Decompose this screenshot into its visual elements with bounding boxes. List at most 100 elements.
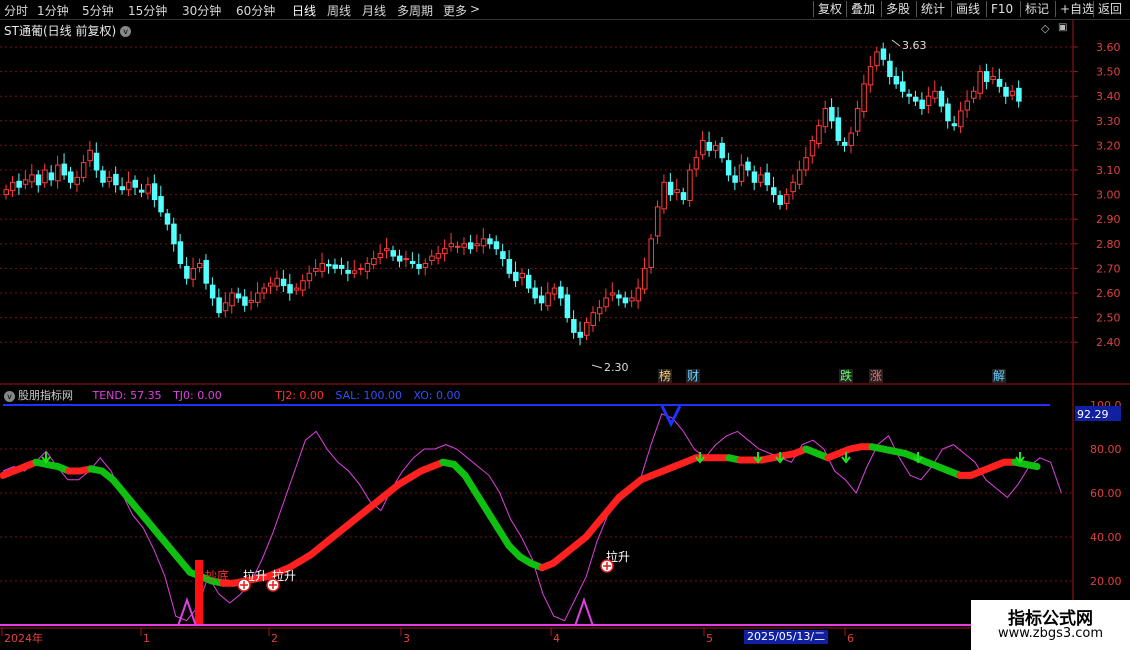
candle[interactable]	[693, 157, 700, 170]
candle[interactable]	[100, 170, 106, 183]
candle[interactable]	[3, 189, 9, 196]
candle[interactable]	[390, 250, 396, 257]
candle[interactable]	[300, 280, 306, 291]
candle[interactable]	[280, 278, 287, 287]
candle[interactable]	[532, 287, 538, 299]
candle[interactable]	[248, 299, 255, 303]
candle[interactable]	[816, 125, 822, 144]
indicator-title[interactable]: v 股朋指标网 TEND: 57.35 TJ0: 0.00 TJ2: 0.00 S…	[4, 387, 468, 403]
candle[interactable]	[906, 93, 912, 97]
candle[interactable]	[371, 258, 377, 265]
candle[interactable]	[590, 312, 596, 326]
candle[interactable]	[467, 242, 474, 250]
candle[interactable]	[493, 241, 500, 250]
candle[interactable]	[197, 262, 203, 268]
candle[interactable]	[145, 184, 151, 194]
candle[interactable]	[16, 180, 22, 188]
candle[interactable]	[48, 172, 55, 181]
candle[interactable]	[1009, 90, 1016, 96]
candle[interactable]	[338, 264, 345, 269]
candle[interactable]	[513, 271, 519, 282]
candle[interactable]	[216, 297, 222, 314]
candle[interactable]	[487, 238, 493, 245]
candle[interactable]	[1003, 86, 1009, 97]
candle[interactable]	[932, 90, 938, 99]
candle[interactable]	[945, 103, 951, 122]
candle[interactable]	[642, 267, 648, 290]
candle[interactable]	[429, 255, 435, 262]
candle[interactable]	[958, 110, 964, 128]
candle[interactable]	[977, 71, 983, 94]
candle[interactable]	[861, 83, 867, 112]
candle[interactable]	[809, 139, 816, 157]
candle[interactable]	[255, 292, 261, 303]
candle[interactable]	[229, 292, 235, 307]
candle[interactable]	[274, 277, 280, 287]
candle[interactable]	[235, 293, 242, 299]
candle[interactable]	[35, 174, 42, 186]
candle[interactable]	[622, 297, 629, 304]
candle[interactable]	[842, 141, 848, 146]
candle[interactable]	[777, 195, 783, 205]
candle[interactable]	[822, 108, 829, 128]
candle[interactable]	[796, 169, 803, 185]
candle[interactable]	[126, 181, 132, 191]
candle[interactable]	[912, 96, 919, 102]
candle[interactable]	[867, 66, 874, 86]
candle[interactable]	[783, 194, 790, 204]
candle[interactable]	[732, 175, 738, 183]
candle[interactable]	[138, 189, 145, 193]
candle[interactable]	[887, 60, 893, 78]
candle[interactable]	[596, 307, 603, 315]
candle[interactable]	[609, 292, 616, 296]
candle[interactable]	[758, 174, 764, 183]
candle[interactable]	[177, 241, 184, 264]
candle[interactable]	[403, 258, 409, 261]
candle[interactable]	[983, 71, 990, 82]
candle[interactable]	[422, 262, 429, 268]
candle[interactable]	[603, 297, 609, 308]
candle[interactable]	[751, 171, 758, 183]
candle[interactable]	[874, 51, 880, 67]
candle[interactable]	[551, 287, 558, 295]
candle[interactable]	[971, 90, 977, 99]
candle[interactable]	[377, 253, 384, 259]
candle[interactable]	[803, 157, 809, 171]
candle[interactable]	[461, 243, 467, 248]
candle[interactable]	[680, 192, 687, 201]
candle[interactable]	[22, 179, 29, 185]
candle[interactable]	[74, 176, 80, 185]
candle[interactable]	[964, 100, 971, 111]
candle[interactable]	[519, 272, 525, 279]
candle[interactable]	[364, 262, 371, 272]
candle[interactable]	[938, 90, 945, 107]
candle[interactable]	[829, 107, 835, 122]
candle[interactable]	[990, 76, 996, 80]
candle[interactable]	[332, 264, 338, 269]
candle[interactable]	[725, 160, 732, 176]
candle[interactable]	[745, 161, 751, 171]
candle[interactable]	[184, 265, 190, 279]
candle[interactable]	[687, 169, 693, 202]
candle[interactable]	[951, 123, 958, 127]
candle[interactable]	[113, 173, 119, 186]
candle[interactable]	[242, 296, 248, 306]
candle[interactable]	[442, 248, 448, 255]
candle[interactable]	[500, 251, 506, 260]
candle[interactable]	[319, 262, 326, 272]
candle[interactable]	[326, 263, 332, 267]
candle[interactable]	[164, 213, 171, 225]
candle[interactable]	[764, 172, 771, 186]
candle[interactable]	[790, 181, 796, 193]
candle[interactable]	[222, 302, 229, 312]
candle[interactable]	[854, 108, 861, 132]
candle[interactable]	[648, 238, 654, 268]
candle[interactable]	[29, 174, 35, 183]
candle[interactable]	[190, 267, 197, 280]
candle[interactable]	[87, 149, 93, 162]
candle[interactable]	[893, 76, 900, 85]
candle[interactable]	[616, 294, 622, 299]
candle[interactable]	[771, 187, 777, 196]
candle[interactable]	[480, 238, 487, 247]
candle[interactable]	[654, 206, 661, 237]
